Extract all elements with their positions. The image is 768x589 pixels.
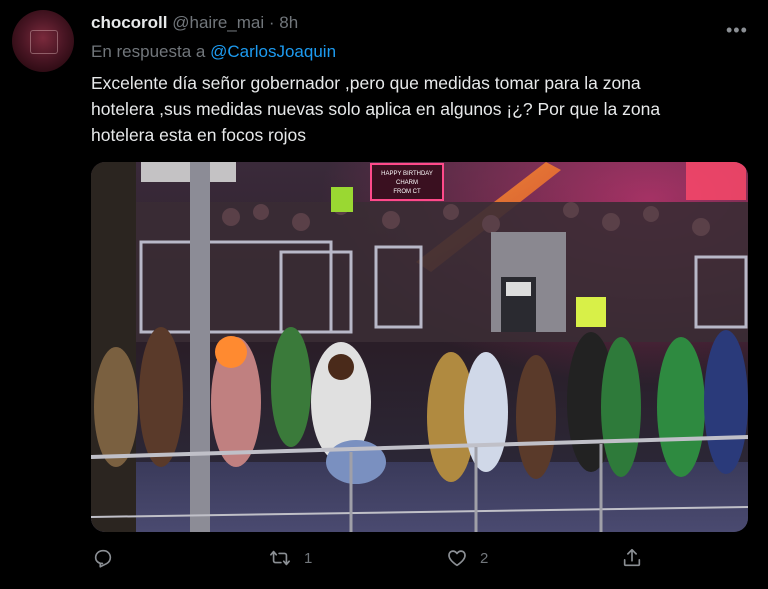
- tweet-header: chocoroll @haire_mai · 8h: [91, 13, 298, 33]
- like-count: 2: [480, 549, 489, 567]
- timestamp[interactable]: 8h: [279, 13, 298, 32]
- retweet-count: 1: [304, 549, 313, 567]
- sign-text: CHARM: [396, 180, 418, 186]
- heart-icon: [448, 550, 466, 567]
- avatar-graphic: [30, 30, 58, 54]
- sign-text: HAPPY BIRTHDAY: [381, 171, 433, 177]
- reply-prefix: En respuesta a: [91, 42, 206, 61]
- separator: ·: [268, 13, 275, 32]
- handle[interactable]: @haire_mai: [172, 13, 264, 32]
- reply-icon: [94, 549, 112, 568]
- more-options-icon[interactable]: •••: [726, 20, 748, 41]
- tweet-text-line: hotelera ,sus medidas nuevas solo aplica…: [91, 99, 661, 119]
- tweet-photo[interactable]: HAPPY BIRTHDAY CHARM FROM CT: [91, 162, 748, 532]
- tweet-text-line: Excelente día señor gobernador ,pero que…: [91, 73, 641, 93]
- share-icon: [623, 548, 641, 567]
- like-button[interactable]: 2: [446, 547, 488, 569]
- nightclub-crowd-photo: HAPPY BIRTHDAY CHARM FROM CT: [91, 162, 748, 532]
- tweet-text: Excelente día señor gobernador ,pero que…: [91, 70, 741, 148]
- avatar[interactable]: [12, 10, 74, 72]
- retweet-button[interactable]: 1: [268, 547, 312, 569]
- share-button[interactable]: [621, 547, 655, 569]
- display-name[interactable]: chocoroll: [91, 13, 168, 32]
- reply-context: En respuesta a @CarlosJoaquin: [91, 42, 336, 62]
- tweet-actions: 1 2: [0, 547, 768, 577]
- sign-text: FROM CT: [393, 189, 421, 195]
- reply-to-link[interactable]: @CarlosJoaquin: [210, 42, 336, 61]
- tweet-text-line: hotelera esta en focos rojos: [91, 125, 306, 145]
- reply-button[interactable]: [92, 547, 126, 569]
- retweet-icon: [270, 550, 290, 566]
